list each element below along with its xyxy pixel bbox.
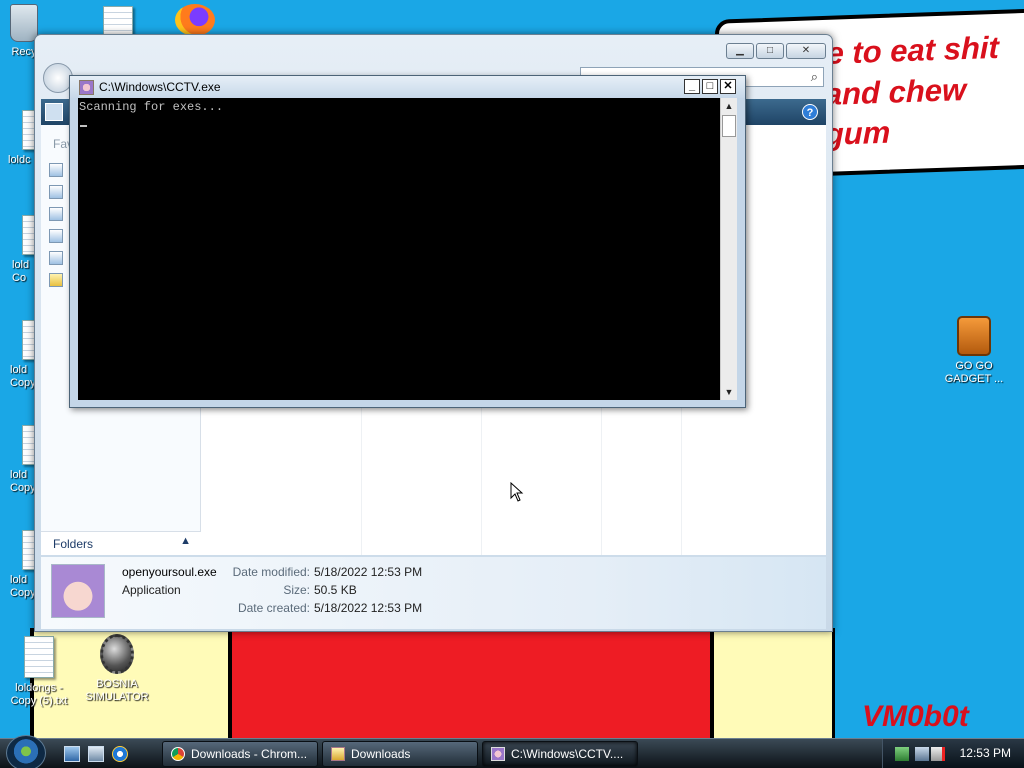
internet-explorer-icon[interactable]: [112, 746, 128, 762]
desktop-icon-loldongs-3[interactable]: lold Copy: [2, 320, 44, 390]
desktop-icon-label: loldongs - Copy (5).txt: [10, 682, 68, 707]
system-tray: 12:53 PM: [882, 739, 1024, 768]
taskbar-button-label: Downloads: [351, 747, 411, 761]
detail-key-size: Size:: [283, 583, 310, 597]
taskbar-button-label: Downloads - Chrom...: [191, 747, 308, 761]
folder-icon[interactable]: [49, 273, 63, 287]
desktop-icon-label: lold Copy: [10, 574, 36, 599]
volume-muted-icon[interactable]: [931, 747, 945, 761]
folder-icon: [331, 747, 345, 761]
text-file-icon: [24, 636, 54, 678]
chrome-icon: [171, 747, 185, 761]
minimize-button[interactable]: ▁: [726, 43, 754, 59]
text-cursor: [80, 125, 87, 127]
briefcase-icon: [957, 316, 991, 356]
wallpaper-signature: VM0b0t: [862, 700, 969, 733]
desktop-icon-loldongs-copy-5[interactable]: loldongs - Copy (5).txt: [2, 636, 76, 708]
console-title: C:\Windows\CCTV.exe: [99, 80, 221, 94]
maximize-button[interactable]: □: [756, 43, 784, 59]
wallpaper-yellow-blob: [795, 628, 835, 740]
desktop-icon-label: BOSNIA SIMULATOR: [85, 678, 149, 703]
file-thumbnail: [51, 564, 105, 618]
mouse-pointer-icon: [510, 482, 524, 502]
detail-value-size: 50.5 KB: [314, 583, 357, 597]
wallpaper-red-shape: [228, 628, 714, 740]
mine-shortcut-icon: [100, 634, 134, 674]
detail-key-modified: Date modified:: [232, 565, 310, 579]
organize-icon[interactable]: [45, 103, 63, 121]
desktop-icon-loldongs-5[interactable]: lold Copy: [2, 530, 44, 600]
detail-key-created: Date created:: [237, 601, 310, 615]
clock[interactable]: 12:53 PM: [960, 746, 1011, 760]
desktop-icon-label: lold Copy: [10, 364, 36, 389]
desktop-icon-label: loldc: [8, 154, 31, 166]
favorite-link-icon[interactable]: [49, 185, 63, 199]
desktop-icon-loldongs-1[interactable]: loldc: [2, 110, 44, 167]
maximize-button[interactable]: □: [702, 79, 718, 94]
console-icon: [491, 747, 505, 761]
close-button[interactable]: ✕: [786, 43, 826, 59]
switch-windows-icon[interactable]: [88, 746, 104, 762]
taskbar-button-downloads[interactable]: Downloads: [322, 741, 478, 767]
taskbar-button-console[interactable]: C:\Windows\CCTV....: [482, 741, 638, 767]
details-pane: openyoursoul.exe Application Date modifi…: [41, 557, 826, 629]
start-button[interactable]: [6, 735, 46, 768]
window-caption-buttons: ▁ □ ✕: [726, 43, 826, 59]
desktop-icon-bosnia-simulator[interactable]: BOSNIA SIMULATOR: [80, 634, 154, 704]
taskbar-button-chrome[interactable]: Downloads - Chrom...: [162, 741, 318, 767]
console-output-text: Scanning for exes...: [79, 100, 224, 114]
favorite-link-icon[interactable]: [49, 229, 63, 243]
network-status-icon[interactable]: [895, 747, 909, 761]
desktop-icon-go-go-gadget[interactable]: GO GO GADGET ...: [936, 316, 1012, 386]
taskbar-button-label: C:\Windows\CCTV....: [511, 747, 624, 761]
minimize-button[interactable]: _: [684, 79, 700, 94]
console-output[interactable]: Scanning for exes...: [78, 98, 720, 400]
close-button[interactable]: ✕: [720, 79, 736, 94]
console-title-bar[interactable]: C:\Windows\CCTV.exe _ □ ✕: [70, 76, 745, 98]
firefox-icon: [175, 4, 215, 36]
taskbar: Downloads - Chrom... Downloads C:\Window…: [0, 735, 1024, 768]
desktop-icon-label: Recy: [11, 46, 37, 58]
console-app-icon: [79, 80, 94, 95]
desktop-icon-loldongs-4[interactable]: lold Copy: [2, 425, 44, 495]
show-desktop-icon[interactable]: [64, 746, 80, 762]
desktop-icon-loldongs-2[interactable]: lold Co: [2, 215, 44, 285]
favorite-link-icon[interactable]: [49, 207, 63, 221]
favorite-link-icon[interactable]: [49, 163, 63, 177]
desktop-icon-label: lold Copy: [10, 469, 36, 494]
chevron-up-icon: ▲: [180, 535, 191, 547]
text-file-icon: [103, 6, 133, 36]
monitor-icon[interactable]: [915, 747, 929, 761]
search-icon[interactable]: ⌕: [811, 69, 818, 85]
desktop-icon-label: lold Co: [12, 259, 30, 284]
detail-value-created: 5/18/2022 12:53 PM: [314, 601, 423, 615]
folders-label: Folders: [53, 537, 94, 551]
detail-value-modified: 5/18/2022 12:53 PM: [314, 565, 423, 579]
scroll-up-arrow-icon[interactable]: ▲: [721, 98, 737, 114]
file-type: Application: [122, 583, 181, 597]
desktop-icon-label: GO GO GADGET ...: [944, 360, 1004, 385]
console-window[interactable]: C:\Windows\CCTV.exe _ □ ✕ Scanning for e…: [69, 75, 746, 408]
scroll-down-arrow-icon[interactable]: ▼: [721, 384, 737, 400]
console-caption-buttons: _ □ ✕: [684, 79, 736, 94]
help-icon[interactable]: ?: [802, 104, 818, 120]
folders-toggle[interactable]: Folders ▲: [41, 531, 201, 555]
recycle-bin-icon: [10, 4, 38, 42]
console-scrollbar[interactable]: ▲ ▼: [720, 98, 737, 400]
favorite-link-icon[interactable]: [49, 251, 63, 265]
scrollbar-thumb[interactable]: [722, 115, 736, 137]
